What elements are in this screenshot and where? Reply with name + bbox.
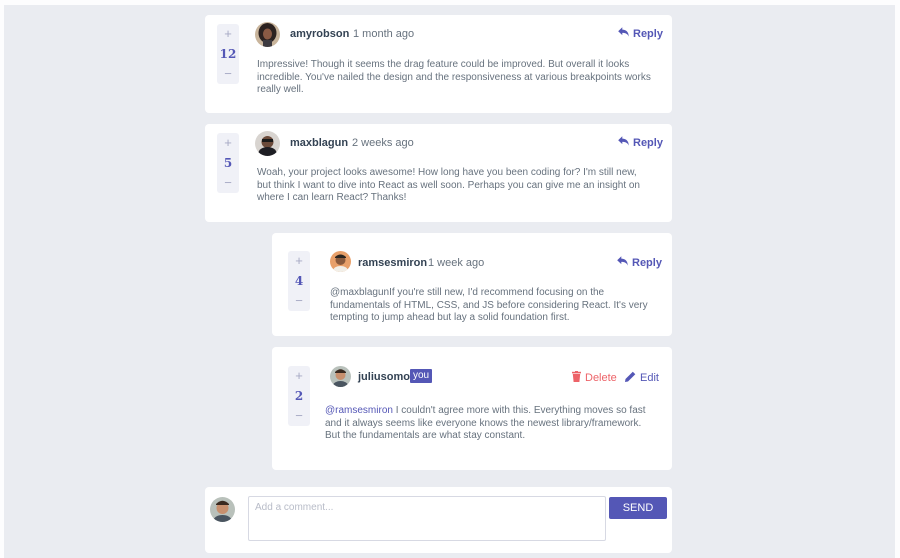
comment-input[interactable] (248, 496, 606, 541)
username[interactable]: amyrobson (290, 28, 349, 40)
upvote-button[interactable]: + (288, 251, 310, 271)
reply-card: + 4 − ramsesmiron 1 week ago Reply @maxb… (272, 233, 672, 336)
reply-icon (617, 256, 628, 269)
comment-card: + 5 − maxblagun 2 weeks ago Reply Woah, … (205, 124, 672, 222)
reply-label: Reply (633, 136, 663, 149)
vote-score: 2 (294, 389, 304, 403)
reply-label: Reply (632, 256, 662, 269)
upvote-button[interactable]: + (288, 366, 310, 386)
current-user-avatar (210, 497, 235, 522)
avatar (255, 22, 280, 47)
vote-score: 12 (219, 47, 237, 61)
comment-card: + 12 − amyrobson 1 month ago Reply Impre… (205, 15, 672, 113)
reply-label: Reply (633, 27, 663, 40)
reply-icon (618, 136, 629, 149)
avatar (330, 251, 351, 272)
username[interactable]: ramsesmiron (358, 257, 427, 269)
vote-control: + 2 − (288, 366, 310, 426)
reply-body: @maxblagunIf you're still new, I'd recom… (330, 287, 656, 325)
reply-button[interactable]: Reply (617, 256, 662, 269)
downvote-button[interactable]: − (288, 291, 310, 311)
timestamp: 2 weeks ago (352, 137, 414, 149)
downvote-button[interactable]: − (217, 173, 239, 193)
comment-body: Woah, your project looks awesome! How lo… (257, 167, 640, 203)
delete-label: Delete (585, 372, 617, 384)
vote-control: + 5 − (217, 133, 239, 193)
mention[interactable]: @ramsesmiron (325, 405, 393, 416)
downvote-button[interactable]: − (288, 406, 310, 426)
vote-control: + 4 − (288, 251, 310, 311)
avatar (255, 131, 280, 156)
edit-label: Edit (640, 372, 659, 384)
upvote-button[interactable]: + (217, 133, 239, 153)
comment-body: Impressive! Though it seems the drag fea… (257, 59, 651, 95)
reply-button[interactable]: Reply (618, 27, 663, 40)
reply-body: @ramsesmiron I couldn't agree more with … (325, 405, 653, 443)
trash-icon (572, 371, 581, 385)
delete-button[interactable]: Delete (572, 371, 617, 385)
vote-score: 5 (223, 156, 233, 170)
reply-button[interactable]: Reply (618, 136, 663, 149)
timestamp: 1 month ago (353, 28, 415, 40)
vote-control: + 12 − (217, 24, 239, 84)
username[interactable]: maxblagun (290, 137, 348, 149)
timestamp: 1 week ago (428, 257, 485, 269)
you-badge: you (410, 369, 433, 383)
pencil-icon (625, 371, 636, 385)
downvote-button[interactable]: − (217, 64, 239, 84)
mention[interactable]: @maxblagun (330, 287, 389, 298)
vote-score: 4 (294, 274, 304, 288)
send-button[interactable]: SEND (609, 497, 667, 519)
reply-icon (618, 27, 629, 40)
reply-card-own: + 2 − juliusomo you Delete Edit @ramsesm… (272, 347, 672, 470)
avatar (330, 366, 351, 387)
edit-button[interactable]: Edit (625, 371, 659, 385)
upvote-button[interactable]: + (217, 24, 239, 44)
username[interactable]: juliusomo (358, 371, 410, 383)
